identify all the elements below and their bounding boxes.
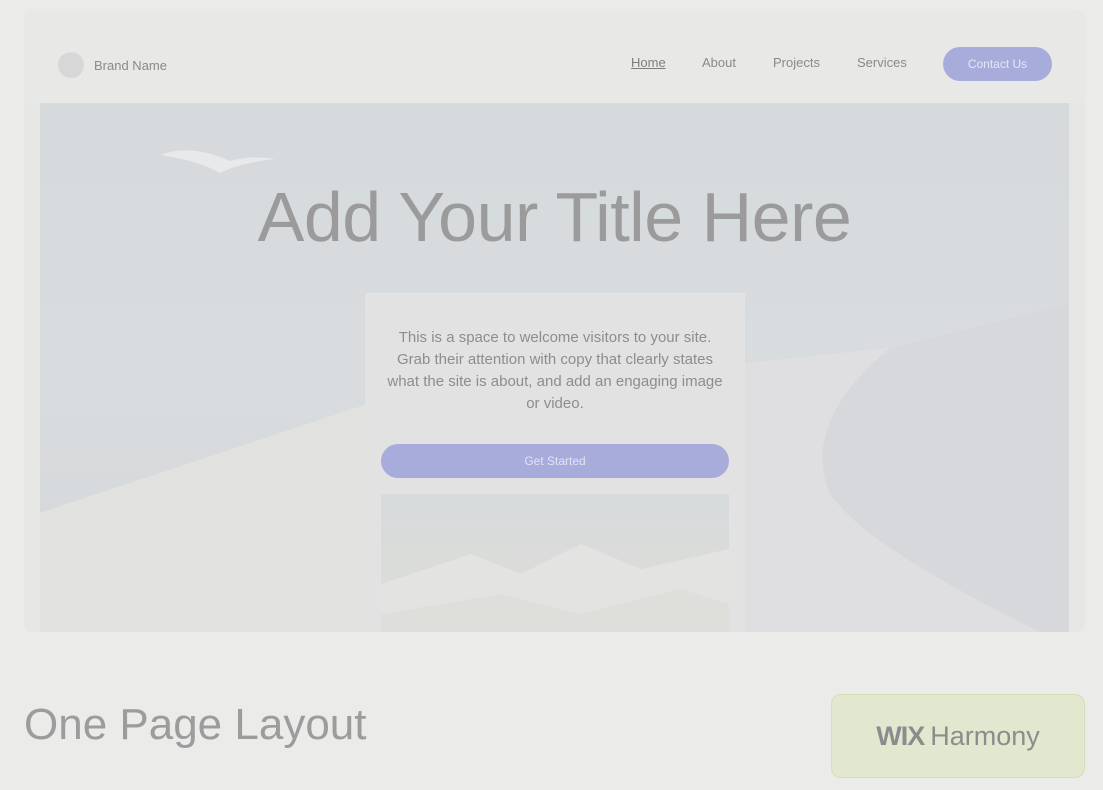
nav-link-projects[interactable]: Projects bbox=[773, 55, 820, 70]
site-preview: Brand Name Home About Projects Services … bbox=[24, 9, 1085, 632]
hill-left-shape bbox=[40, 403, 370, 632]
hero-section: Add Your Title Here This is a space to w… bbox=[40, 103, 1069, 632]
brand-name: Brand Name bbox=[94, 57, 167, 73]
wix-logo: WIX bbox=[876, 720, 925, 751]
nav-link-services[interactable]: Services bbox=[857, 55, 907, 70]
nav-link-about[interactable]: About bbox=[702, 55, 736, 70]
welcome-card: This is a space to welcome visitors to y… bbox=[365, 293, 745, 632]
brand[interactable]: Brand Name bbox=[58, 52, 167, 78]
contact-us-button[interactable]: Contact Us bbox=[943, 47, 1052, 81]
card-image bbox=[381, 494, 729, 632]
get-started-button[interactable]: Get Started bbox=[381, 444, 729, 478]
mountain-image-icon bbox=[381, 544, 729, 632]
wix-harmony-badge: WIX Harmony bbox=[831, 694, 1085, 778]
welcome-text: This is a space to welcome visitors to y… bbox=[387, 329, 723, 412]
nav-link-home[interactable]: Home bbox=[631, 55, 666, 70]
harmony-label: Harmony bbox=[930, 720, 1040, 751]
brand-logo-icon bbox=[58, 52, 84, 78]
hero-title: Add Your Title Here bbox=[257, 178, 852, 256]
layout-title: One Page Layout bbox=[24, 700, 367, 749]
site-header: Brand Name Home About Projects Services … bbox=[24, 9, 1085, 103]
bird-shape bbox=[160, 150, 275, 173]
